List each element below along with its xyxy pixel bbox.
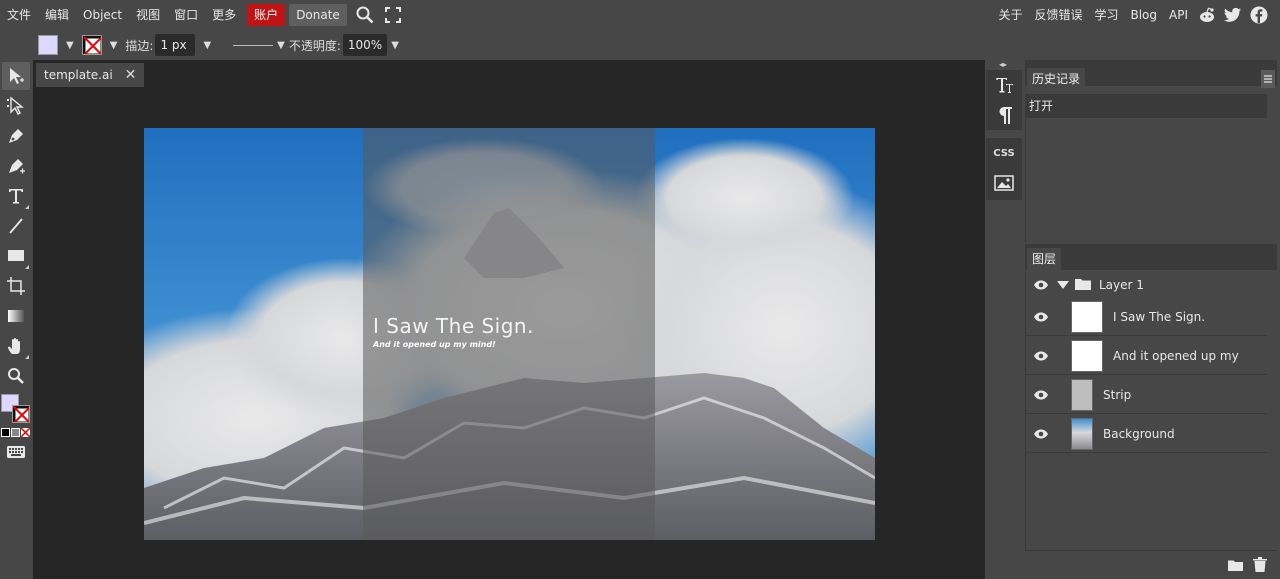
paragraph-panel-icon[interactable] [986,100,1022,130]
text-panel-group [986,70,1022,130]
no-color-icon[interactable] [21,428,30,437]
close-icon[interactable]: ✕ [125,67,137,83]
direct-select-tool[interactable] [2,92,30,120]
facebook-icon[interactable] [1246,4,1272,26]
history-panel-header: 历史记录 [1025,60,1277,90]
document-tab-label: template.ai [44,68,113,82]
folder-icon [1075,277,1091,293]
rectangle-tool[interactable] [2,242,30,270]
options-bar: ▼ ▼ 描边: 1 px ▼ ▼ 不透明度: 100% ▼ [0,30,1280,60]
css-panel-icon[interactable]: CSS [986,138,1022,168]
layer-thumbnail [1071,378,1093,411]
new-folder-icon[interactable] [1228,559,1243,574]
opacity-label: 不透明度: [288,38,341,53]
color-mode-icons[interactable] [0,428,32,438]
menu-learn[interactable]: 学习 [1088,4,1124,26]
twitter-icon[interactable] [1220,4,1246,26]
layers-panel-header: 图层 [1025,244,1277,272]
layer-group-row[interactable]: Layer 1 [1025,274,1267,296]
menu-edit[interactable]: 编辑 [38,4,76,26]
pen-tool[interactable] [2,122,30,150]
opacity-input[interactable]: 100% [342,34,388,56]
menu-api[interactable]: API [1163,4,1194,26]
layer-name: And it opened up my [1113,348,1239,363]
menu-about[interactable]: 关于 [992,4,1028,26]
stroke-dropdown-icon[interactable]: ▼ [110,40,118,51]
menu-more[interactable]: 更多 [205,4,243,26]
opacity-dropdown-icon[interactable]: ▼ [391,40,399,51]
select-tool[interactable] [2,62,30,90]
search-icon[interactable] [351,4,379,26]
image-panel-icon[interactable] [986,168,1022,198]
document-tab-bar: template.ai ✕ [33,60,985,88]
text-tool[interactable] [2,182,30,210]
character-panel-icon[interactable] [986,70,1022,100]
tool-bar [0,60,32,579]
trash-icon[interactable] [1253,557,1267,575]
layer-thumbnail [1071,300,1103,333]
eye-icon[interactable] [1027,429,1055,439]
eye-icon[interactable] [1027,312,1055,322]
panel-menu-icon[interactable] [1261,70,1275,88]
line-style-preview[interactable] [233,44,274,46]
canvas-headline-text[interactable]: I Saw The Sign. [373,314,534,338]
gray-icon[interactable] [11,428,20,437]
eye-icon[interactable] [1027,280,1055,290]
layer-name: Background [1103,426,1175,441]
history-list [1025,118,1277,242]
layer-row[interactable]: I Saw The Sign. [1025,298,1267,336]
layer-row[interactable]: Background [1025,415,1267,453]
canvas-subline-text[interactable]: And it opened up my mind! [373,340,496,349]
layer-row[interactable]: And it opened up my [1025,337,1267,375]
hand-tool[interactable] [2,332,30,360]
eye-icon[interactable] [1027,351,1055,361]
menu-window[interactable]: 窗口 [167,4,205,26]
layer-thumbnail [1071,339,1103,372]
eye-icon[interactable] [1027,390,1055,400]
zoom-tool[interactable] [2,362,30,390]
line-style-dropdown-icon[interactable]: ▼ [277,40,285,51]
layer-row[interactable]: Strip [1025,376,1267,414]
stroke-color-swatch[interactable] [81,35,102,55]
menu-file[interactable]: 文件 [0,4,38,26]
chevron-down-icon[interactable] [1057,281,1069,289]
workspace[interactable]: template.ai ✕ I Saw The Sign. And it ope… [33,60,985,579]
menu-view[interactable]: 视图 [129,4,167,26]
fill-color-swatch[interactable] [38,35,58,55]
layer-group-name: Layer 1 [1099,278,1144,292]
style-panel-group: CSS [986,138,1022,200]
menu-blog[interactable]: Blog [1124,4,1163,26]
color-swatches[interactable] [0,394,32,428]
donate-button[interactable]: Donate [289,4,347,26]
tab-layers[interactable]: 图层 [1027,248,1062,272]
line-tool[interactable] [2,212,30,240]
menu-bar: 文件 编辑 Object 视图 窗口 更多 账户 Donate 关于 反馈错误 … [0,0,1280,30]
stroke-width-input[interactable]: 1 px [155,34,196,56]
fullscreen-icon[interactable] [379,4,407,26]
right-panel: ▸◂ 历史记录 打开 图层 Layer 1 I Saw The Sign. [1025,60,1280,579]
black-white-icon[interactable] [1,428,10,437]
mini-panel: ◂▸ CSS [985,60,1025,579]
collapse-arrows-icon[interactable]: ◂▸ [999,60,1007,69]
gradient-tool[interactable] [2,302,30,330]
keyboard-icon[interactable] [2,442,30,462]
document-canvas[interactable]: I Saw The Sign. And it opened up my mind… [144,128,875,540]
stroke-label: 描边: [125,38,154,53]
crop-tool[interactable] [2,272,30,300]
fill-dropdown-icon[interactable]: ▼ [66,40,74,51]
layers-panel-footer [1025,550,1277,579]
pen-add-tool[interactable] [2,152,30,180]
tab-history[interactable]: 历史记录 [1027,68,1086,90]
history-item[interactable]: 打开 [1025,94,1267,118]
background-color[interactable] [12,405,30,423]
reddit-icon[interactable] [1194,4,1220,26]
menu-account[interactable]: 账户 [247,4,286,26]
menu-object[interactable]: Object [76,4,129,26]
stroke-width-dropdown-icon[interactable]: ▼ [203,40,211,51]
menu-feedback[interactable]: 反馈错误 [1028,4,1088,26]
layer-name: I Saw The Sign. [1113,309,1206,324]
layer-thumbnail-background [1071,417,1093,450]
layer-name: Strip [1103,387,1132,402]
document-tab[interactable]: template.ai ✕ [36,63,145,87]
